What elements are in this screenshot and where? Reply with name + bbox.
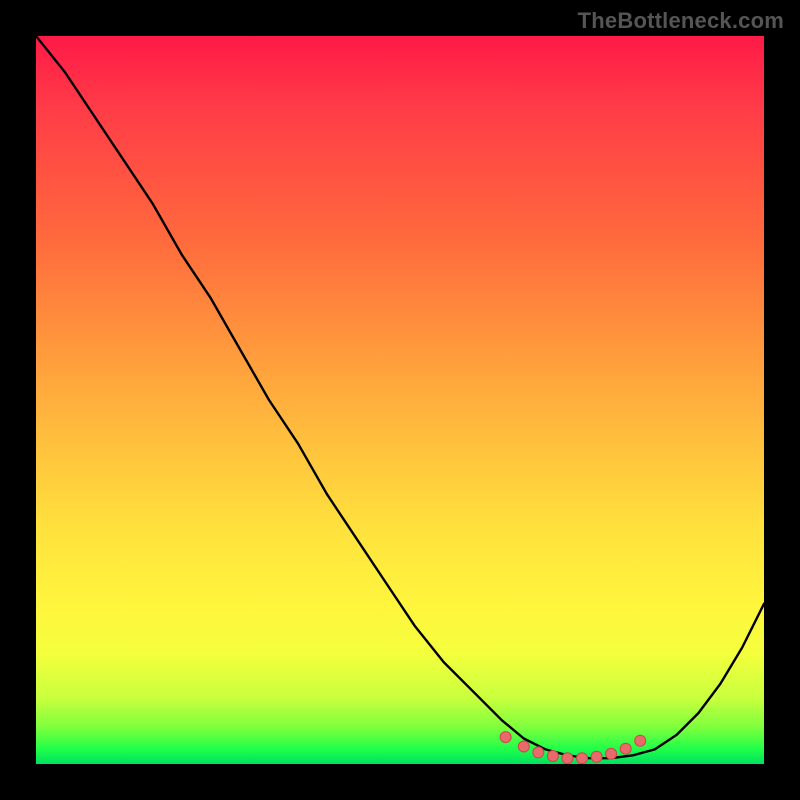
curve-svg xyxy=(36,36,764,764)
valley-dot xyxy=(635,735,646,746)
valley-dots-group xyxy=(500,732,646,764)
valley-dot xyxy=(562,753,573,764)
valley-dot xyxy=(591,751,602,762)
valley-dot xyxy=(547,751,558,762)
valley-dot xyxy=(518,741,529,752)
valley-dot xyxy=(500,732,511,743)
valley-dot xyxy=(620,743,631,754)
valley-dot xyxy=(533,747,544,758)
chart-stage: TheBottleneck.com xyxy=(0,0,800,800)
watermark-text: TheBottleneck.com xyxy=(578,8,784,34)
valley-dot xyxy=(577,753,588,764)
bottleneck-curve xyxy=(36,36,764,758)
plot-area xyxy=(36,36,764,764)
valley-dot xyxy=(606,748,617,759)
